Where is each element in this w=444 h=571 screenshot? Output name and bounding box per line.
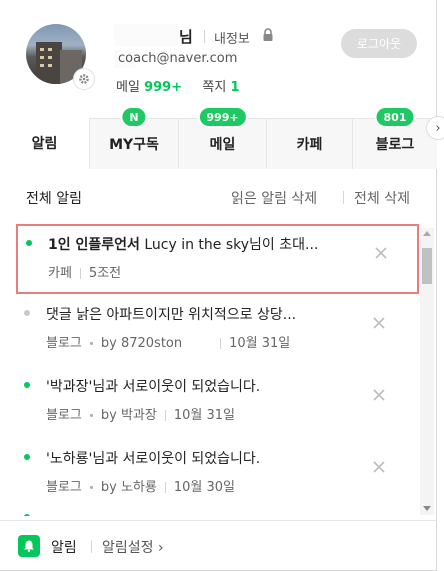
item-meta: 블로그 by 노하룡 10월 30일	[46, 476, 235, 495]
tab-label: 알림	[31, 136, 58, 152]
list-item-partial	[16, 512, 419, 516]
close-icon[interactable]	[370, 458, 388, 476]
list-header: 전체 알림 읽은 알림 삭제 전체 삭제	[0, 180, 437, 214]
unread-dot	[24, 454, 30, 460]
bell-icon	[18, 535, 40, 557]
item-date: 10월 31일	[229, 336, 291, 351]
all-alarm-title: 전체 알림	[26, 191, 82, 207]
name-redacted	[114, 24, 178, 46]
close-icon[interactable]	[370, 314, 388, 332]
notification-list: 1인 인플루언서 Lucy in the sky님이 초대... 카페 5조전 댓…	[16, 224, 419, 516]
divider	[91, 540, 92, 553]
item-meta: 블로그 by 8720ston 10월 31일	[46, 332, 290, 351]
tab-label: 블로그	[375, 137, 415, 153]
tab-badge: 801	[374, 106, 416, 128]
item-by: by 노하룡	[100, 480, 157, 495]
item-by: by 8720ston	[100, 336, 183, 351]
scrollbar[interactable]	[420, 228, 434, 515]
tab-label: 카페	[296, 137, 323, 153]
item-title: 1인 인플루언서 Lucy in the sky님이 초대...	[48, 237, 319, 253]
item-source: 카페	[48, 266, 72, 281]
tab-label: 메일	[209, 137, 236, 153]
item-meta: 카페 5조전	[48, 262, 121, 281]
tab-mail[interactable]: 999+ 메일	[178, 106, 266, 169]
mail-count[interactable]: 999+	[144, 80, 182, 95]
unread-dot	[24, 514, 30, 516]
divider	[343, 191, 344, 204]
footer-alarm-label: 알림	[51, 540, 77, 556]
read-dot	[24, 310, 30, 316]
email-text: coach@naver.com	[118, 51, 238, 66]
divider	[204, 30, 205, 43]
tab-my-subscribe[interactable]: N MY구독	[89, 106, 178, 169]
counts-row: 메일 999+ 쪽지 1	[116, 76, 239, 95]
unread-dot	[26, 240, 32, 246]
list-item[interactable]: '박과장'님과 서로이웃이 되었습니다. 블로그 by 박과장 10월 31일	[16, 368, 419, 438]
list-item[interactable]: '노하룡'님과 서로이웃이 되었습니다. 블로그 by 노하룡 10월 30일	[16, 440, 419, 510]
unread-dot	[24, 382, 30, 388]
note-count[interactable]: 1	[230, 80, 239, 95]
item-date: 5조전	[88, 266, 122, 281]
tab-cafe[interactable]: 카페	[266, 118, 352, 169]
mail-label[interactable]: 메일	[116, 80, 140, 95]
tab-bar: 알림 N MY구독 999+ 메일 카페 801 블로그	[0, 106, 437, 169]
profile-header: 님 내정보 coach@naver.com 메일 999+ 쪽지 1 로그아웃	[0, 0, 437, 118]
alarm-settings-link[interactable]: 알림설정 ›	[102, 537, 164, 557]
scroll-down-icon[interactable]	[423, 506, 431, 511]
footer: 알림 알림설정 ›	[0, 520, 437, 571]
delete-all-button[interactable]: 전체 삭제	[354, 188, 410, 208]
item-date: 10월 31일	[173, 408, 235, 423]
close-icon[interactable]	[370, 386, 388, 404]
item-source: 블로그	[46, 480, 82, 495]
gear-icon[interactable]	[73, 68, 95, 90]
scroll-up-icon[interactable]	[423, 231, 431, 236]
item-title: 댓글 낡은 아파트이지만 위치적으로 상당...	[46, 307, 297, 323]
chevron-right-icon[interactable]: ›	[426, 116, 444, 140]
tab-label: MY구독	[109, 137, 159, 153]
item-meta: 블로그 by 박과장 10월 31일	[46, 404, 235, 423]
tab-badge: N	[120, 106, 148, 128]
item-title: '노하룡'님과 서로이웃이 되었습니다.	[46, 451, 261, 467]
list-item[interactable]: 1인 인플루언서 Lucy in the sky님이 초대... 카페 5조전	[16, 224, 419, 294]
tab-alarm[interactable]: 알림	[0, 118, 89, 169]
close-icon[interactable]	[372, 244, 390, 262]
item-by: by 박과장	[100, 408, 157, 423]
logout-button[interactable]: 로그아웃	[341, 29, 417, 58]
name-suffix: 님	[179, 28, 193, 46]
notification-panel: 님 내정보 coach@naver.com 메일 999+ 쪽지 1 로그아웃 …	[0, 0, 437, 571]
tab-blog[interactable]: 801 블로그	[352, 106, 437, 169]
item-date: 10월 30일	[173, 480, 235, 495]
item-source: 블로그	[46, 336, 82, 351]
lock-icon	[262, 27, 274, 46]
note-label[interactable]: 쪽지	[202, 80, 226, 95]
my-info-link[interactable]: 내정보	[214, 28, 250, 47]
item-source: 블로그	[46, 408, 82, 423]
item-title: '박과장'님과 서로이웃이 되었습니다.	[46, 379, 261, 395]
delete-read-button[interactable]: 읽은 알림 삭제	[231, 188, 317, 208]
scroll-thumb[interactable]	[422, 248, 432, 284]
list-item[interactable]: 댓글 낡은 아파트이지만 위치적으로 상당... 블로그 by 8720ston 1…	[16, 296, 419, 366]
tab-badge: 999+	[197, 106, 248, 128]
